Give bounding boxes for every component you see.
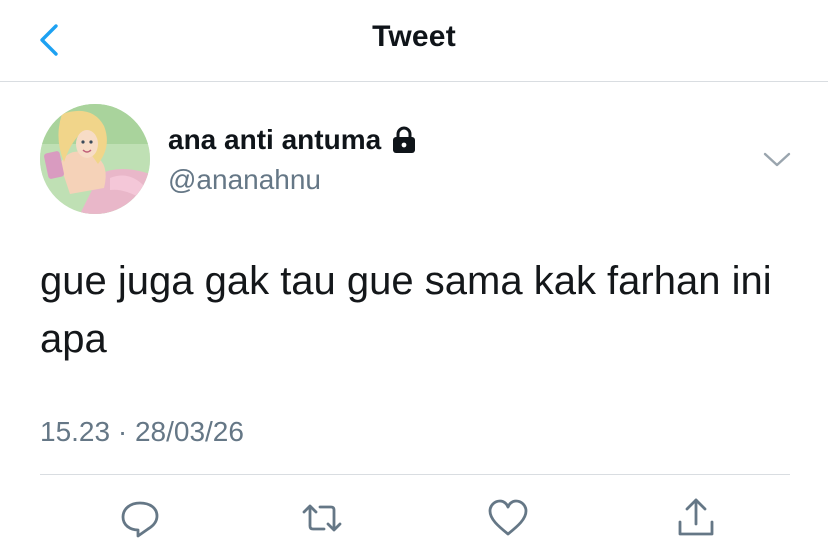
retweet-icon (302, 504, 342, 532)
tweet-text: gue juga gak tau gue sama kak farhan ini… (40, 259, 772, 361)
lock-icon (393, 126, 416, 153)
heart-icon (488, 499, 528, 536)
share-icon (678, 498, 714, 536)
page-title: Tweet (372, 20, 456, 53)
avatar[interactable] (40, 104, 150, 214)
divider (40, 474, 790, 475)
share-button[interactable] (674, 496, 718, 540)
top-bar: Tweet (0, 0, 828, 82)
reply-icon (121, 501, 159, 538)
like-button[interactable] (486, 496, 530, 540)
display-name[interactable]: ana anti antuma (168, 124, 381, 156)
chevron-down-icon (763, 152, 791, 167)
author-name-row: ana anti antuma (168, 124, 417, 156)
more-options-button[interactable] (760, 146, 794, 174)
reply-button[interactable] (118, 496, 162, 540)
avatar-image (40, 104, 150, 214)
retweet-button[interactable] (300, 496, 344, 540)
user-handle[interactable]: @ananahnu (168, 164, 321, 196)
tweet-timestamp[interactable]: 15.23 · 28/03/26 (40, 416, 244, 448)
